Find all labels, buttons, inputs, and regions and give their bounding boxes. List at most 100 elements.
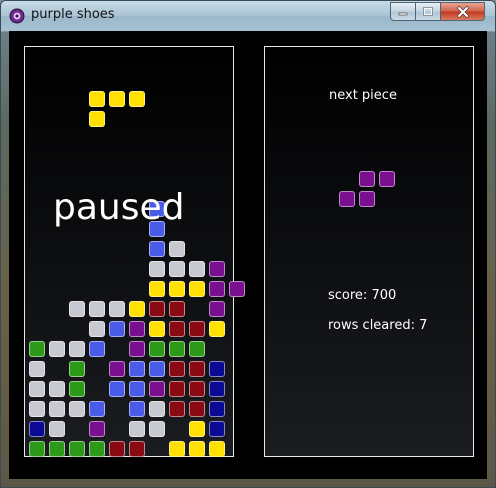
board-cell bbox=[149, 301, 165, 317]
rows-cleared-label: rows cleared: 7 bbox=[328, 318, 428, 333]
board-cell bbox=[109, 381, 125, 397]
board-cell bbox=[149, 281, 165, 297]
next-piece-label: next piece bbox=[329, 88, 397, 103]
app-window: purple shoes paused next piece score: 70… bbox=[0, 0, 496, 488]
board-cell bbox=[129, 301, 145, 317]
maximize-button[interactable] bbox=[415, 2, 441, 21]
board-cell bbox=[129, 441, 145, 457]
minimize-button[interactable] bbox=[390, 2, 416, 21]
board-cell bbox=[209, 321, 225, 337]
board-cell bbox=[209, 281, 225, 297]
window-title: purple shoes bbox=[31, 7, 115, 22]
game-board[interactable]: paused bbox=[24, 46, 245, 457]
board-cell bbox=[169, 281, 185, 297]
board-cell bbox=[129, 381, 145, 397]
board-cell bbox=[89, 301, 105, 317]
board-cell bbox=[169, 321, 185, 337]
board-cell bbox=[29, 341, 45, 357]
board-cell bbox=[69, 381, 85, 397]
board-cell bbox=[49, 441, 65, 457]
board-cell bbox=[69, 301, 85, 317]
board-cell bbox=[69, 441, 85, 457]
board-cell bbox=[109, 441, 125, 457]
board-cell bbox=[149, 321, 165, 337]
board-cell bbox=[209, 441, 225, 457]
board-cell bbox=[149, 421, 165, 437]
minimize-icon bbox=[398, 12, 408, 15]
board-cell bbox=[29, 421, 45, 437]
board-cell bbox=[49, 341, 65, 357]
board-cell bbox=[189, 441, 205, 457]
board-cell bbox=[29, 401, 45, 417]
info-panel: next piece score: 700 rows cleared: 7 bbox=[264, 46, 474, 457]
board-cell bbox=[169, 301, 185, 317]
board-cell bbox=[189, 281, 205, 297]
board-cell bbox=[89, 421, 105, 437]
board-cell bbox=[149, 401, 165, 417]
board-cell bbox=[89, 441, 105, 457]
board-cell bbox=[169, 261, 185, 277]
board-cell bbox=[189, 361, 205, 377]
board-cell bbox=[209, 301, 225, 317]
board-cell bbox=[49, 381, 65, 397]
board-cell bbox=[209, 381, 225, 397]
client-area: paused next piece score: 700 rows cleare… bbox=[9, 31, 487, 479]
board-cell bbox=[189, 421, 205, 437]
board-cell bbox=[69, 361, 85, 377]
board-cell bbox=[49, 401, 65, 417]
falling-piece-cell bbox=[89, 91, 105, 107]
board-cell bbox=[89, 401, 105, 417]
board-cell bbox=[189, 341, 205, 357]
next-piece-cell bbox=[359, 171, 375, 187]
board-cell bbox=[169, 361, 185, 377]
next-piece-cell bbox=[359, 191, 375, 207]
close-icon bbox=[456, 5, 469, 18]
board-cell bbox=[129, 321, 145, 337]
title-bar[interactable]: purple shoes bbox=[1, 1, 495, 31]
next-piece-cell bbox=[379, 171, 395, 187]
board-cell bbox=[189, 401, 205, 417]
board-cell bbox=[149, 341, 165, 357]
falling-piece-cell bbox=[129, 91, 145, 107]
board-cell bbox=[69, 341, 85, 357]
board-cell bbox=[129, 361, 145, 377]
maximize-icon bbox=[423, 6, 433, 16]
board-cell bbox=[129, 341, 145, 357]
board-cell bbox=[89, 321, 105, 337]
score-label: score: 700 bbox=[328, 288, 397, 303]
board-cell bbox=[209, 361, 225, 377]
board-cell bbox=[169, 341, 185, 357]
board-cell bbox=[169, 241, 185, 257]
paused-label: paused bbox=[53, 187, 185, 228]
next-piece-cell bbox=[339, 191, 355, 207]
board-cell bbox=[49, 421, 65, 437]
board-cell bbox=[129, 421, 145, 437]
board-cell bbox=[169, 401, 185, 417]
board-cell bbox=[169, 381, 185, 397]
shoes-app-icon bbox=[9, 8, 25, 24]
board-cell bbox=[209, 401, 225, 417]
board-cell bbox=[149, 241, 165, 257]
board-cell bbox=[109, 301, 125, 317]
board-cell bbox=[29, 381, 45, 397]
close-button[interactable] bbox=[440, 2, 485, 21]
board-cell bbox=[129, 401, 145, 417]
board-cell bbox=[69, 401, 85, 417]
board-cell bbox=[29, 361, 45, 377]
board-cell bbox=[149, 261, 165, 277]
board-cell bbox=[209, 421, 225, 437]
board-cell bbox=[189, 261, 205, 277]
board-cell bbox=[229, 281, 245, 297]
board-cell bbox=[89, 341, 105, 357]
board-cell bbox=[149, 381, 165, 397]
board-cell bbox=[109, 361, 125, 377]
board-cell bbox=[149, 361, 165, 377]
board-cell bbox=[209, 261, 225, 277]
board-cell bbox=[189, 321, 205, 337]
board-cell bbox=[29, 441, 45, 457]
falling-piece-cell bbox=[109, 91, 125, 107]
board-cell bbox=[189, 381, 205, 397]
board-cell bbox=[109, 321, 125, 337]
falling-piece-cell bbox=[89, 111, 105, 127]
board-cell bbox=[169, 441, 185, 457]
